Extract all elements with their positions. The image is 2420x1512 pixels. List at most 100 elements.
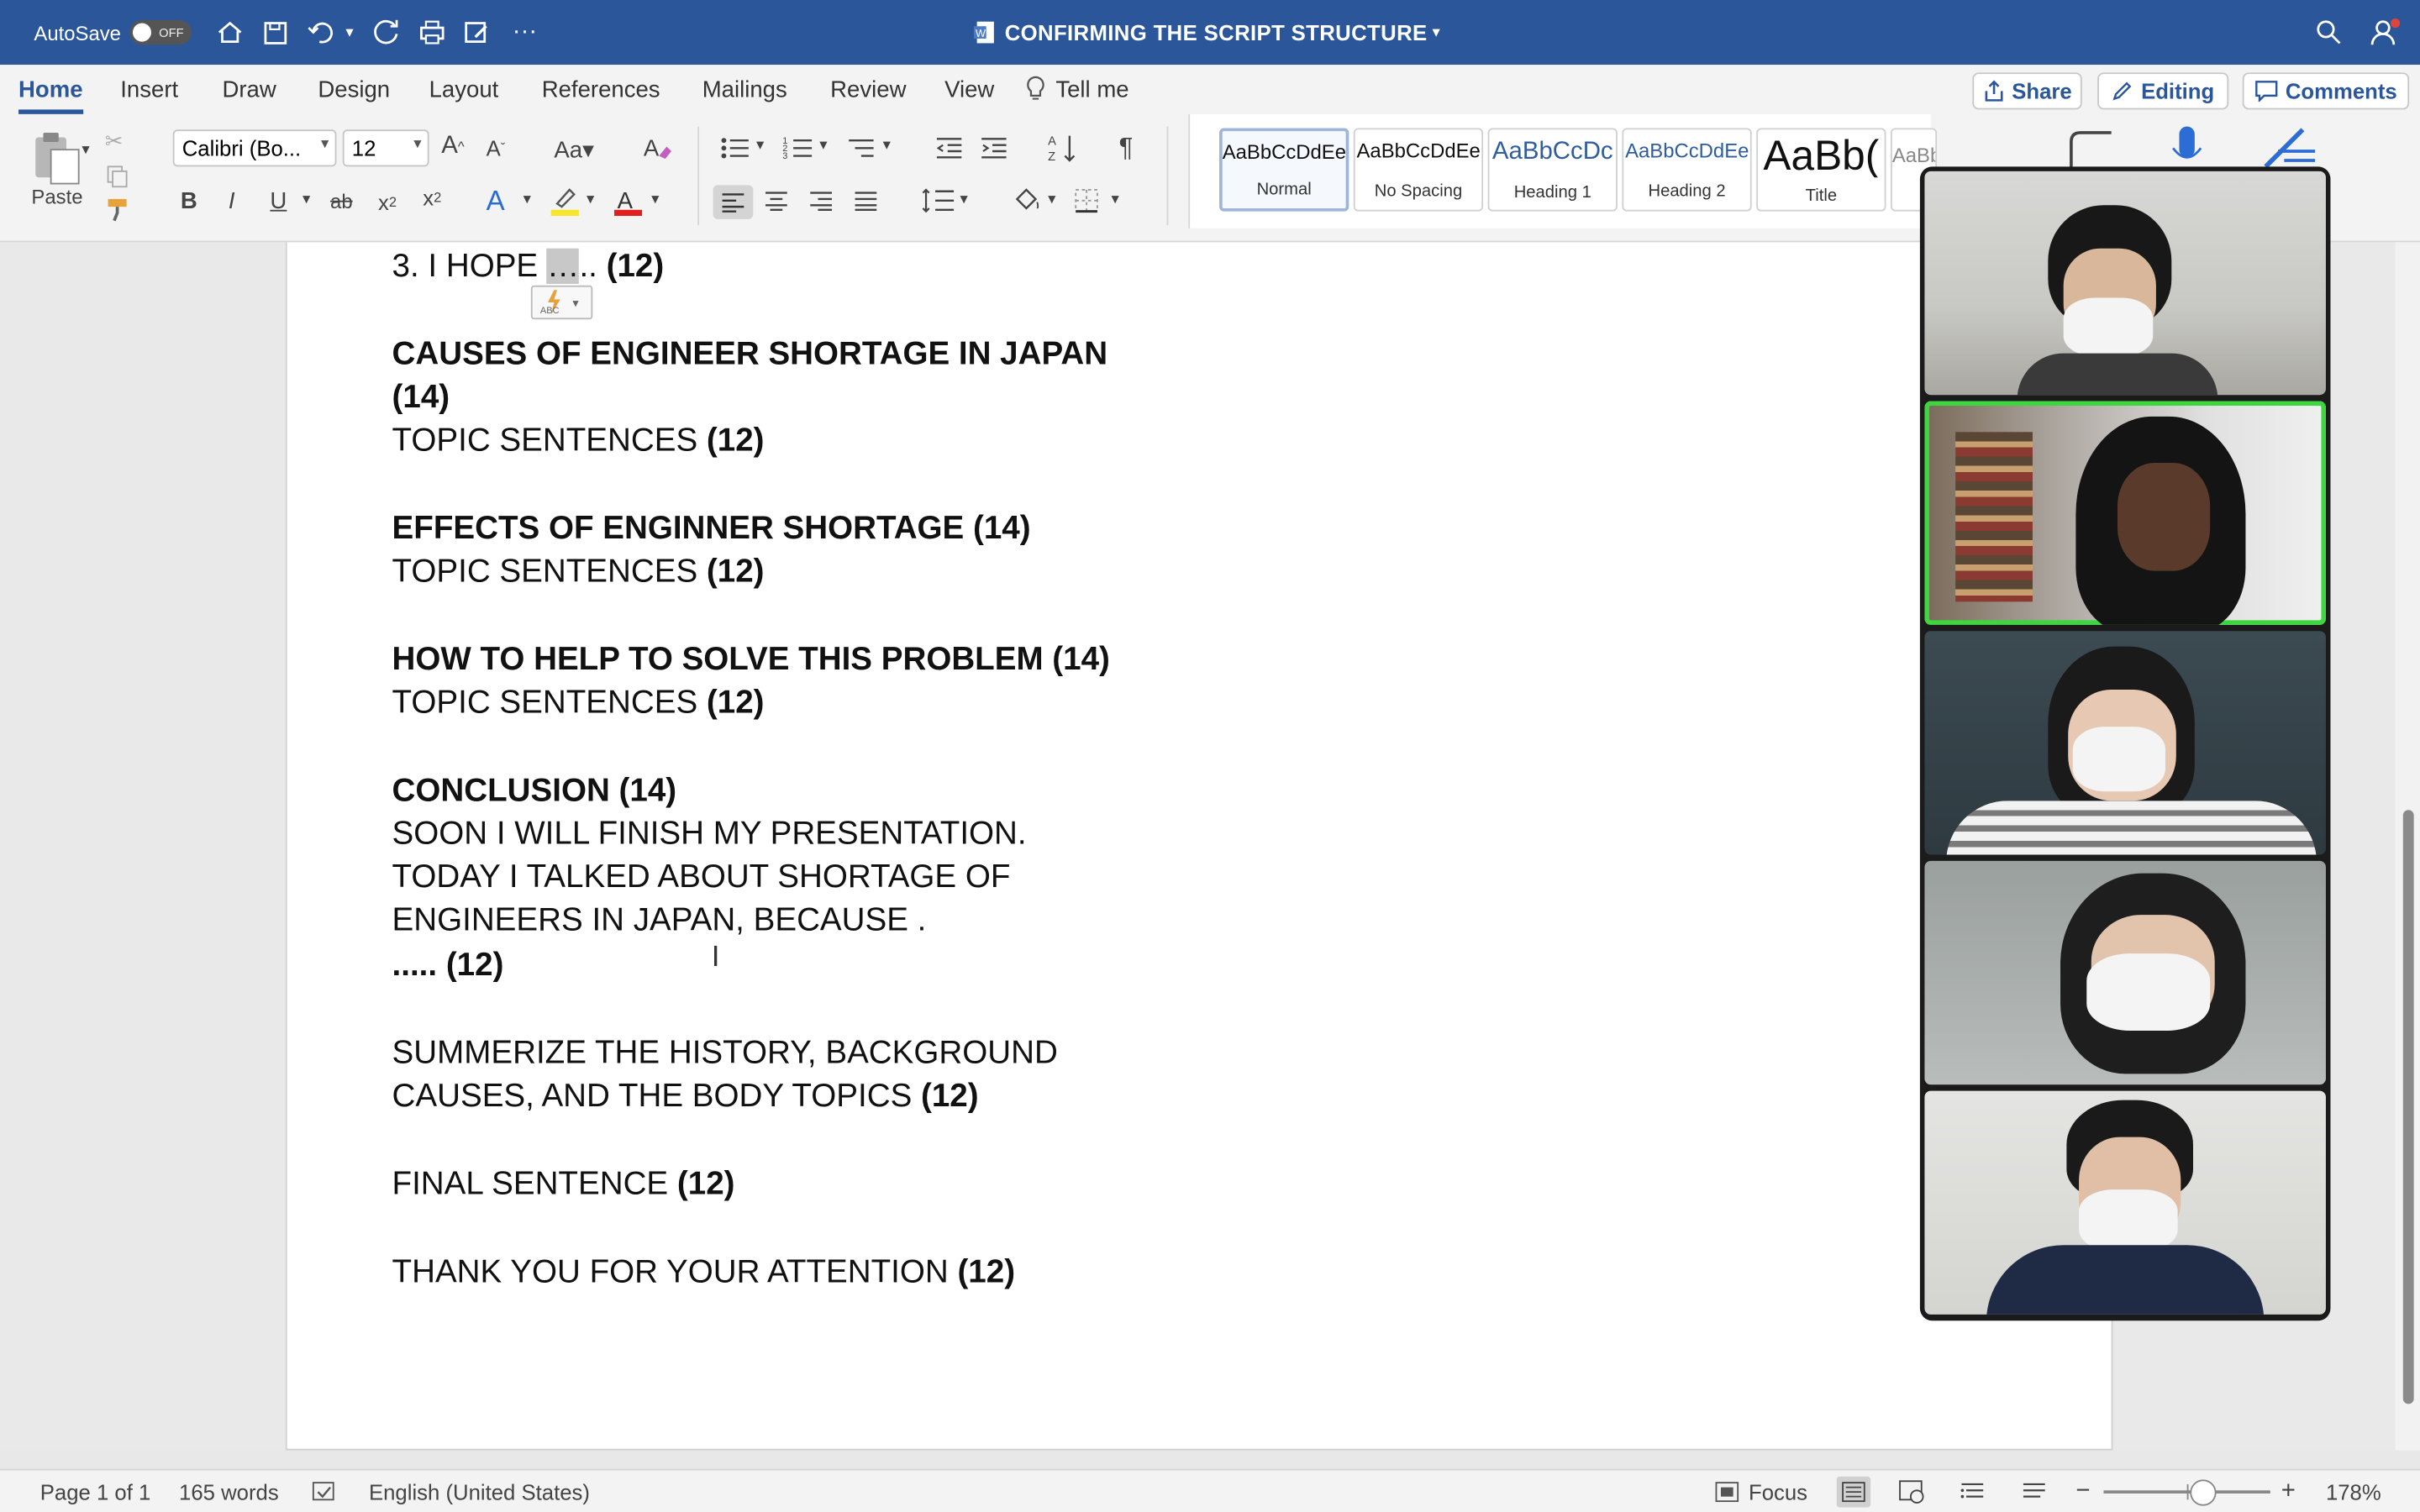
tab-references[interactable]: References	[542, 65, 660, 114]
account-icon[interactable]	[2370, 0, 2402, 65]
font-color-dropdown-icon[interactable]: ▾	[651, 192, 659, 208]
style-heading-2[interactable]: AaBbCcDdEe Heading 2	[1622, 128, 1752, 212]
numbering-icon[interactable]: 123	[782, 134, 813, 162]
participant-video-tile[interactable]	[1924, 1090, 2326, 1315]
shrink-font-icon[interactable]: Aˇ	[487, 136, 506, 160]
align-left-icon[interactable]	[713, 185, 754, 219]
bullets-icon[interactable]	[719, 134, 750, 162]
share-button[interactable]: Share	[1972, 72, 2082, 110]
summary-line[interactable]: CAUSES, AND THE BODY TOPICS (12)	[392, 1079, 979, 1116]
tab-insert[interactable]: Insert	[120, 65, 178, 114]
undo-dropdown-icon[interactable]: ▾	[345, 0, 353, 65]
topic-sentences-line[interactable]: TOPIC SENTENCES (12)	[392, 423, 765, 459]
decrease-indent-icon[interactable]	[934, 134, 965, 162]
tab-design[interactable]: Design	[318, 65, 390, 114]
tab-review[interactable]: Review	[830, 65, 906, 114]
dictate-icon[interactable]	[2169, 123, 2206, 173]
superscript-icon[interactable]: x2	[423, 185, 441, 209]
increase-indent-icon[interactable]	[978, 134, 1009, 162]
zoom-in-icon[interactable]: +	[2281, 1470, 2296, 1512]
focus-label[interactable]: Focus	[1749, 1470, 1807, 1512]
heading-effects[interactable]: EFFECTS OF ENGINNER SHORTAGE (14)	[392, 511, 1031, 548]
conclusion-line[interactable]: SOON I WILL FINISH MY PRESENTATION.	[392, 816, 1027, 853]
tab-mailings[interactable]: Mailings	[702, 65, 787, 114]
font-color-icon[interactable]: A	[613, 185, 644, 217]
summary-line[interactable]: SUMMERIZE THE HISTORY, BACKGROUND	[392, 1035, 1058, 1072]
multilevel-list-icon[interactable]	[846, 134, 877, 162]
heading-causes-size[interactable]: (14)	[392, 380, 450, 417]
language-indicator[interactable]: English (United States)	[369, 1470, 590, 1512]
more-icon[interactable]: ···	[513, 0, 537, 65]
paste-dropdown-icon[interactable]: ▾	[82, 142, 89, 159]
multilevel-dropdown-icon[interactable]: ▾	[883, 137, 891, 154]
proofing-icon[interactable]	[312, 1470, 336, 1512]
web-layout-icon[interactable]	[1898, 1470, 1926, 1512]
tab-home[interactable]: Home	[18, 65, 83, 114]
change-case-icon[interactable]: Aa▾	[554, 136, 594, 163]
save-icon[interactable]	[262, 0, 288, 65]
outline-view-icon[interactable]	[1960, 1470, 1985, 1512]
draft-view-icon[interactable]	[2022, 1470, 2046, 1512]
comments-button[interactable]: Comments	[2242, 72, 2410, 110]
line-spacing-icon[interactable]	[922, 186, 955, 214]
zoom-slider[interactable]	[2103, 1470, 2270, 1512]
focus-icon[interactable]	[1715, 1470, 1739, 1512]
italic-icon[interactable]: I	[229, 188, 235, 214]
clear-formatting-icon[interactable]: A	[642, 133, 673, 164]
underline-icon[interactable]: U	[270, 188, 287, 214]
page-count[interactable]: Page 1 of 1	[40, 1470, 151, 1512]
print-icon[interactable]	[418, 0, 446, 65]
text-effects-icon[interactable]: A	[487, 185, 505, 218]
shading-icon[interactable]	[1011, 186, 1042, 214]
highlight-dropdown-icon[interactable]: ▾	[587, 192, 594, 208]
participant-video-tile[interactable]	[1924, 860, 2326, 1085]
bullets-dropdown-icon[interactable]: ▾	[756, 137, 764, 154]
undo-icon[interactable]	[308, 0, 335, 65]
line-spacing-dropdown-icon[interactable]: ▾	[960, 192, 967, 208]
style-heading-1[interactable]: AaBbCcDc Heading 1	[1487, 128, 1618, 212]
conclusion-line[interactable]: ..... (12)	[392, 948, 504, 984]
editing-mode-button[interactable]: Editing	[2097, 72, 2229, 110]
subscript-icon[interactable]: x2	[378, 190, 397, 214]
scrollbar-thumb[interactable]	[2402, 810, 2414, 1404]
style-no-spacing[interactable]: AaBbCcDdEe No Spacing	[1353, 128, 1484, 212]
document-page[interactable]: 3. I HOPE ….. (12) ABC ▾ CAUSES OF ENGINE…	[285, 242, 2113, 1451]
topic-sentences-line[interactable]: TOPIC SENTENCES (12)	[392, 554, 765, 591]
style-title[interactable]: AaBb( Title	[1756, 128, 1886, 212]
conclusion-line[interactable]: ENGINEERS IN JAPAN, BECAUSE .	[392, 902, 927, 939]
grow-font-icon[interactable]: A ^	[441, 133, 464, 160]
font-name-select[interactable]: Calibri (Bo... ▾	[172, 129, 337, 167]
zoom-level[interactable]: 178%	[2326, 1470, 2381, 1512]
autocorrect-options-icon[interactable]: ABC ▾	[530, 285, 593, 320]
show-formatting-icon[interactable]: ¶	[1119, 133, 1134, 164]
strikethrough-icon[interactable]: ab	[330, 190, 353, 213]
customize-icon[interactable]	[463, 0, 491, 65]
redo-icon[interactable]	[373, 0, 401, 65]
format-painter-icon[interactable]	[105, 197, 133, 222]
participant-video-tile[interactable]	[1924, 631, 2326, 855]
heading-causes[interactable]: CAUSES OF ENGINEER SHORTAGE IN JAPAN	[392, 336, 1108, 373]
print-layout-icon[interactable]	[1836, 1476, 1871, 1508]
conclusion-line[interactable]: TODAY I TALKED ABOUT SHORTAGE OF	[392, 859, 1011, 896]
final-sentence-line[interactable]: FINAL SENTENCE (12)	[392, 1167, 735, 1204]
heading-conclusion[interactable]: CONCLUSION (14)	[392, 773, 677, 810]
topic-sentences-line[interactable]: TOPIC SENTENCES (12)	[392, 685, 765, 722]
text-effects-dropdown-icon[interactable]: ▾	[523, 192, 531, 208]
title-chevron-down-icon[interactable]: ▾	[1432, 0, 1439, 65]
tab-draw[interactable]: Draw	[222, 65, 276, 114]
numbering-dropdown-icon[interactable]: ▾	[819, 137, 827, 154]
copy-icon[interactable]	[105, 164, 129, 188]
bold-icon[interactable]: B	[181, 188, 197, 214]
tab-view[interactable]: View	[944, 65, 994, 114]
shading-dropdown-icon[interactable]: ▾	[1048, 192, 1055, 208]
word-count[interactable]: 165 words	[179, 1470, 279, 1512]
participant-video-tile-active[interactable]	[1924, 401, 2326, 625]
style-normal[interactable]: AaBbCcDdEe Normal	[1219, 128, 1349, 212]
sort-icon[interactable]: AZ	[1046, 131, 1080, 165]
zoom-slider-thumb[interactable]	[2190, 1479, 2217, 1506]
autosave-toggle[interactable]: OFF	[129, 0, 192, 65]
justify-icon[interactable]	[854, 190, 878, 212]
underline-dropdown-icon[interactable]: ▾	[302, 192, 310, 208]
borders-icon[interactable]	[1073, 186, 1101, 214]
tab-layout[interactable]: Layout	[429, 65, 499, 114]
